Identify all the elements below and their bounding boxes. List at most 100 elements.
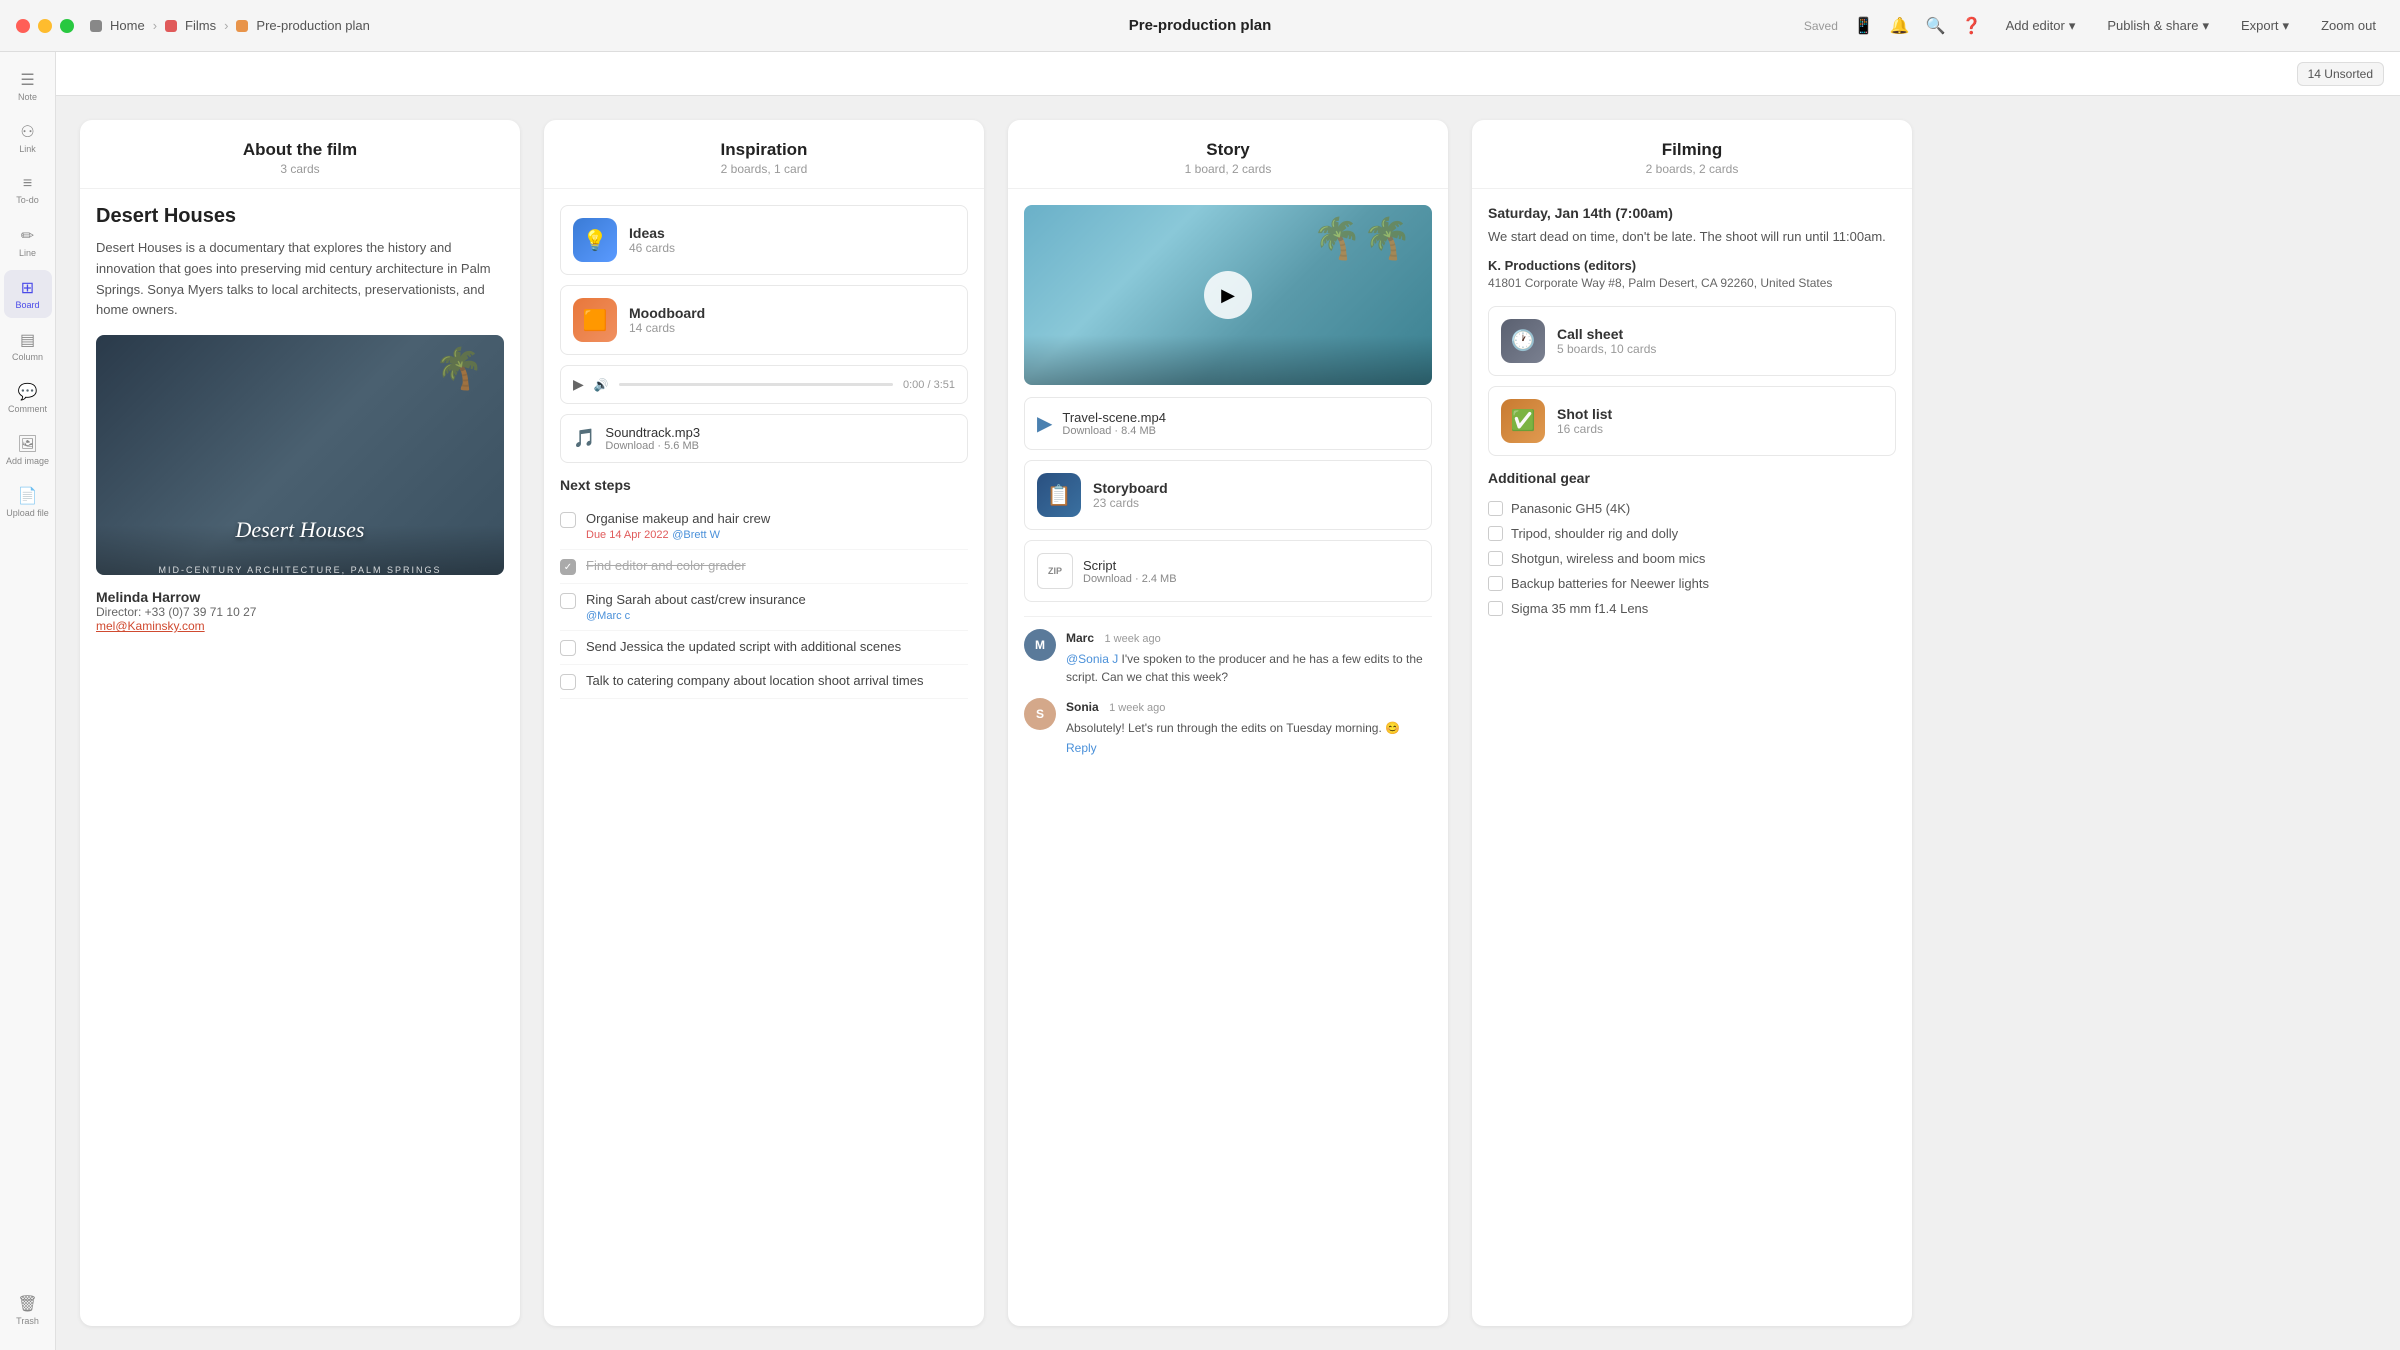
unsorted-badge[interactable]: 14 Unsorted <box>2297 62 2384 86</box>
sidebar-label-board: Board <box>15 300 39 310</box>
home-dot-icon <box>90 20 102 32</box>
add-image-icon: 🖼 <box>17 434 37 454</box>
video-thumbnail[interactable]: 🌴🌴 ▶ <box>1024 205 1432 385</box>
event-date: Saturday, Jan 14th (7:00am) <box>1488 205 1896 221</box>
board-filming-subtitle: 2 boards, 2 cards <box>1488 162 1896 176</box>
gear-label-3: Backup batteries for Neewer lights <box>1511 576 1709 591</box>
next-steps-title: Next steps <box>560 477 968 493</box>
marc-author: Marc <box>1066 631 1094 645</box>
checklist-text-0: Organise makeup and hair crew Due 14 Apr… <box>586 511 968 541</box>
storyboard-item[interactable]: 📋 Storyboard 23 cards <box>1024 460 1432 530</box>
checklist-item-4: Talk to catering company about location … <box>560 665 968 699</box>
page-title: Pre-production plan <box>1129 17 1272 34</box>
checklist-text-4: Talk to catering company about location … <box>586 673 968 688</box>
sidebar-label-column: Column <box>12 352 43 362</box>
board-filming: Filming 2 boards, 2 cards Saturday, Jan … <box>1472 120 1912 1326</box>
audio-player[interactable]: ▶ 🔊 0:00 / 3:51 <box>560 365 968 404</box>
marc-time: 1 week ago <box>1104 633 1160 645</box>
trash-button[interactable]: 🗑 Trash <box>4 1286 52 1334</box>
person-tag-0: @Brett W <box>672 529 720 541</box>
gear-checkbox-0[interactable] <box>1488 501 1503 516</box>
play-button[interactable]: ▶ <box>573 376 584 393</box>
sidebar-item-todo[interactable]: ≡ To-do <box>4 166 52 214</box>
board-story-subtitle: 1 board, 2 cards <box>1024 162 1432 176</box>
image-title-text: Desert Houses <box>158 517 441 563</box>
checkbox-1[interactable]: ✓ <box>560 559 576 575</box>
marc-avatar: M <box>1024 629 1056 661</box>
sonia-author: Sonia <box>1066 700 1099 714</box>
reply-button[interactable]: Reply <box>1066 741 1097 755</box>
sidebar-item-add-image[interactable]: 🖼 Add image <box>4 426 52 474</box>
sidebar-item-comment[interactable]: 💬 Comment <box>4 374 52 422</box>
script-download[interactable]: Download · 2.4 MB <box>1083 573 1419 585</box>
checkbox-0[interactable] <box>560 512 576 528</box>
sonia-time: 1 week ago <box>1109 702 1165 714</box>
sidebar-label-comment: Comment <box>8 404 47 414</box>
checkbox-2[interactable] <box>560 593 576 609</box>
zoom-out-button[interactable]: Zoom out <box>2313 14 2384 37</box>
notifications-icon[interactable]: 🔔 <box>1890 16 1910 36</box>
script-name: Script <box>1083 558 1419 573</box>
breadcrumb-home[interactable]: Home <box>110 18 145 33</box>
sidebar-item-column[interactable]: ▤ Column <box>4 322 52 370</box>
gear-item-0: Panasonic GH5 (4K) <box>1488 496 1896 521</box>
trash-icon: 🗑 <box>17 1294 37 1314</box>
filming-event: Saturday, Jan 14th (7:00am) We start dea… <box>1488 205 1896 290</box>
export-button[interactable]: Export ▾ <box>2233 14 2297 38</box>
checklist-item-2: Ring Sarah about cast/crew insurance @Ma… <box>560 584 968 631</box>
breadcrumb-films[interactable]: Films <box>185 18 216 33</box>
board-filming-header: Filming 2 boards, 2 cards <box>1472 120 1912 189</box>
ideas-board-item[interactable]: 💡 Ideas 46 cards <box>560 205 968 275</box>
sidebar-item-note[interactable]: ☰ Note <box>4 62 52 110</box>
video-download[interactable]: Download · 8.4 MB <box>1062 425 1419 437</box>
breadcrumb-plan[interactable]: Pre-production plan <box>256 18 369 33</box>
checklist-text-1: Find editor and color grader <box>586 558 968 573</box>
board-about-title: About the film <box>96 140 504 160</box>
soundtrack-download[interactable]: Download · 5.6 MB <box>605 440 955 452</box>
checklist-item-1: ✓ Find editor and color grader <box>560 550 968 584</box>
sidebar-label-line: Line <box>19 248 36 258</box>
volume-icon[interactable]: 🔊 <box>594 378 609 392</box>
music-file-icon: 🎵 <box>573 428 595 449</box>
gear-checkbox-3[interactable] <box>1488 576 1503 591</box>
upload-file-icon: 📄 <box>18 486 38 506</box>
gear-checkbox-2[interactable] <box>1488 551 1503 566</box>
line-icon: ✏ <box>21 226 34 246</box>
sidebar-item-upload-file[interactable]: 📄 Upload file <box>4 478 52 526</box>
progress-bar <box>619 383 893 386</box>
contact-email[interactable]: mel@Kaminsky.com <box>96 619 504 633</box>
checklist-text-3: Send Jessica the updated script with add… <box>586 639 968 654</box>
board-about-subtitle: 3 cards <box>96 162 504 176</box>
event-description: We start dead on time, don't be late. Th… <box>1488 227 1896 248</box>
gear-checkbox-1[interactable] <box>1488 526 1503 541</box>
play-video-button[interactable]: ▶ <box>1204 271 1252 319</box>
publish-share-button[interactable]: Publish & share ▾ <box>2099 14 2217 38</box>
sidebar-label-add-image: Add image <box>6 456 49 466</box>
gear-label-1: Tripod, shoulder rig and dolly <box>1511 526 1678 541</box>
fullscreen-button[interactable] <box>60 19 74 33</box>
add-editor-button[interactable]: Add editor ▾ <box>1998 14 2084 38</box>
sidebar-item-board[interactable]: ⊞ Board <box>4 270 52 318</box>
sidebar-item-link[interactable]: ⚇ Link <box>4 114 52 162</box>
checkbox-4[interactable] <box>560 674 576 690</box>
traffic-lights <box>16 19 74 33</box>
shot-list-item[interactable]: ✅ Shot list 16 cards <box>1488 386 1896 456</box>
moodboard-item[interactable]: 🟧 Moodboard 14 cards <box>560 285 968 355</box>
sidebar-item-line[interactable]: ✏ Line <box>4 218 52 266</box>
checkbox-3[interactable] <box>560 640 576 656</box>
board-about-header: About the film 3 cards <box>80 120 520 189</box>
person-tag-2: @Marc c <box>586 610 630 622</box>
close-button[interactable] <box>16 19 30 33</box>
contact-name: Melinda Harrow <box>96 589 504 605</box>
minimize-button[interactable] <box>38 19 52 33</box>
gear-checkbox-4[interactable] <box>1488 601 1503 616</box>
help-icon[interactable]: ❓ <box>1962 16 1982 36</box>
due-date-0: Due 14 Apr 2022 <box>586 529 669 541</box>
link-icon: ⚇ <box>20 122 34 142</box>
title-bar: Home › Films › Pre-production plan Pre-p… <box>0 0 2400 52</box>
search-icon[interactable]: 🔍 <box>1926 16 1946 36</box>
gear-section: Additional gear Panasonic GH5 (4K) Tripo… <box>1488 470 1896 621</box>
call-sheet-item[interactable]: 🕐 Call sheet 5 boards, 10 cards <box>1488 306 1896 376</box>
checklist-text-2: Ring Sarah about cast/crew insurance @Ma… <box>586 592 968 622</box>
saved-indicator: Saved <box>1804 19 1838 33</box>
